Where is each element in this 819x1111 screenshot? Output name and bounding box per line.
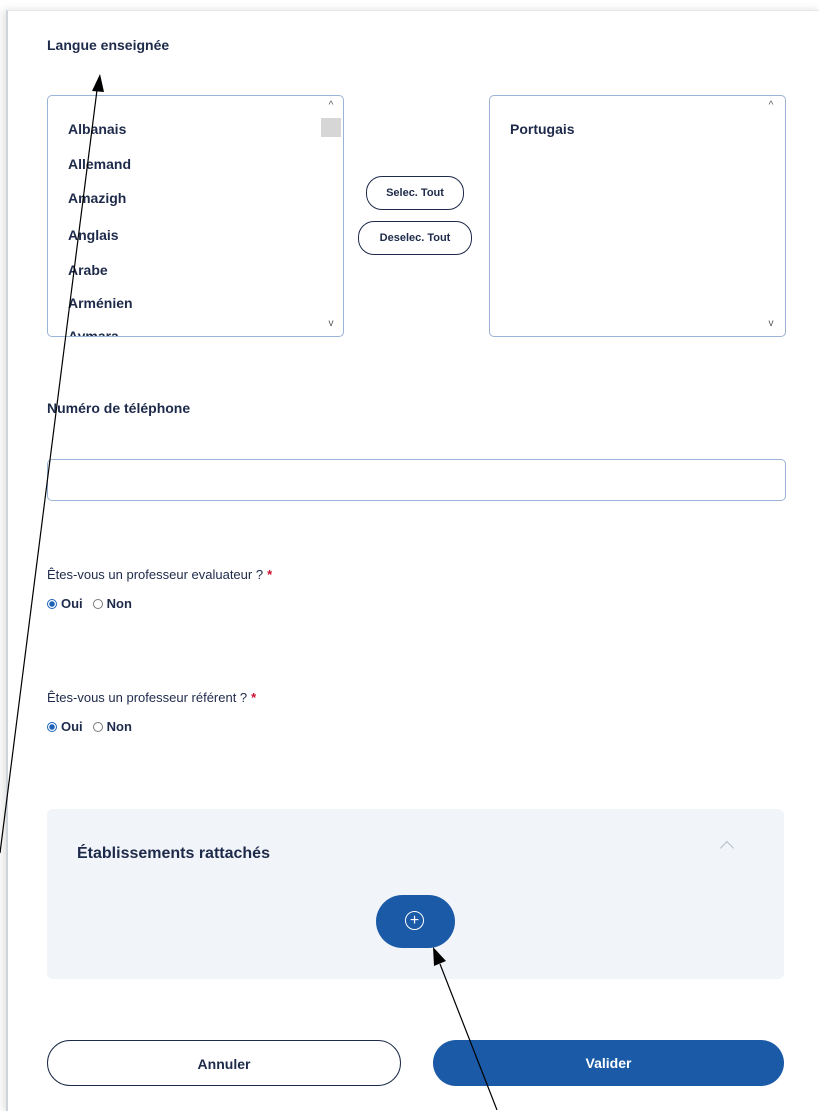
arrow-line (0, 89, 98, 854)
arrow-head (433, 947, 446, 966)
arrow-line (439, 963, 498, 1110)
arrow-head (92, 74, 104, 92)
annotation-arrows (0, 74, 498, 1110)
